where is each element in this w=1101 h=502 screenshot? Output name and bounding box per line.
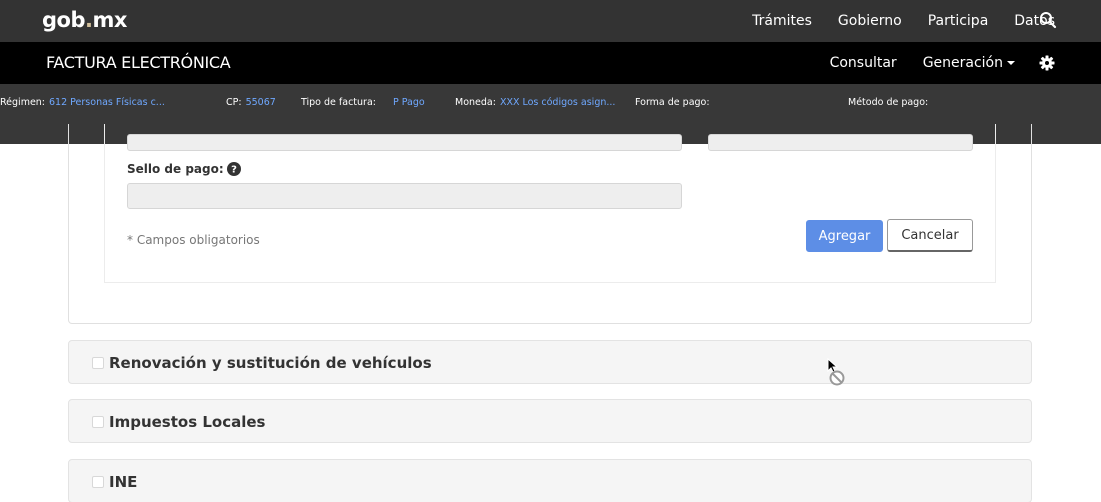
nav-generacion-dropdown[interactable]: Generación — [923, 55, 1015, 71]
search-icon[interactable] — [1039, 11, 1057, 29]
info-moneda: Moneda: XXX Los códigos asign... — [455, 97, 615, 108]
regimen-label: Régimen: — [0, 97, 46, 108]
previous-field-input-right[interactable] — [708, 134, 973, 151]
top-nav-links: Trámites Gobierno Participa Datos — [752, 0, 1055, 42]
info-cp: CP: 55067 — [226, 97, 276, 108]
forma-pago-label: Forma de pago: — [635, 97, 710, 108]
not-allowed-cursor-icon — [827, 358, 845, 386]
section-ine[interactable]: INE — [68, 459, 1032, 502]
caret-down-icon — [1007, 61, 1015, 65]
section-checkbox[interactable] — [92, 357, 104, 369]
section-checkbox[interactable] — [92, 416, 104, 428]
tipo-factura-label: Tipo de factura: — [301, 97, 376, 108]
previous-field-input[interactable] — [127, 134, 682, 151]
gear-icon[interactable] — [1039, 55, 1055, 71]
nav-generacion-label: Generación — [922, 55, 1003, 71]
moneda-value[interactable]: XXX Los códigos asign... — [500, 97, 616, 108]
cp-label: CP: — [226, 97, 242, 108]
section-title: Renovación y sustitución de vehículos — [109, 354, 432, 372]
nav-link-tramites[interactable]: Trámites — [752, 13, 812, 29]
info-tipo-factura: Tipo de factura: P Pago — [301, 97, 425, 108]
nav-consultar[interactable]: Consultar — [830, 55, 897, 71]
main-content: Sello de pago: ? * Campos obligatorios A… — [0, 124, 1101, 502]
help-icon[interactable]: ? — [226, 162, 241, 176]
logo-text-gob: gob — [42, 8, 86, 32]
sello-pago-input[interactable] — [127, 183, 682, 209]
app-navbar: FACTURA ELECTRÓNICA Consultar Generación — [0, 42, 1101, 84]
cp-value[interactable]: 55067 — [246, 97, 276, 108]
cancelar-button[interactable]: Cancelar — [887, 219, 973, 252]
sello-pago-label-text: Sello de pago: — [127, 162, 224, 176]
tipo-factura-value[interactable]: P Pago — [393, 97, 425, 108]
section-impuestos-locales[interactable]: Impuestos Locales — [68, 399, 1032, 443]
section-title: Impuestos Locales — [109, 413, 266, 431]
sello-pago-label: Sello de pago: ? — [127, 162, 241, 176]
section-title: INE — [109, 473, 138, 491]
svg-text:?: ? — [231, 165, 237, 176]
top-navbar: gob.mx Trámites Gobierno Participa Datos — [0, 0, 1101, 42]
info-regimen: Régimen: 612 Personas Físicas c... — [0, 97, 165, 108]
nav-link-participa[interactable]: Participa — [928, 13, 989, 29]
moneda-label: Moneda: — [455, 97, 496, 108]
info-metodo-pago: Método de pago: — [848, 97, 928, 108]
logo-text-mx: mx — [92, 8, 127, 32]
gobmx-logo[interactable]: gob.mx — [42, 8, 127, 32]
section-renovacion-vehiculos[interactable]: Renovación y sustitución de vehículos — [68, 340, 1032, 384]
app-title: FACTURA ELECTRÓNICA — [46, 53, 231, 72]
regimen-value[interactable]: 612 Personas Físicas c... — [49, 97, 165, 108]
required-fields-note: * Campos obligatorios — [127, 233, 260, 247]
app-nav-links: Consultar Generación — [830, 42, 1015, 84]
agregar-button[interactable]: Agregar — [806, 220, 883, 252]
info-forma-pago: Forma de pago: — [635, 97, 710, 108]
metodo-pago-label: Método de pago: — [848, 97, 929, 108]
section-checkbox[interactable] — [92, 476, 104, 488]
nav-link-gobierno[interactable]: Gobierno — [838, 13, 902, 29]
